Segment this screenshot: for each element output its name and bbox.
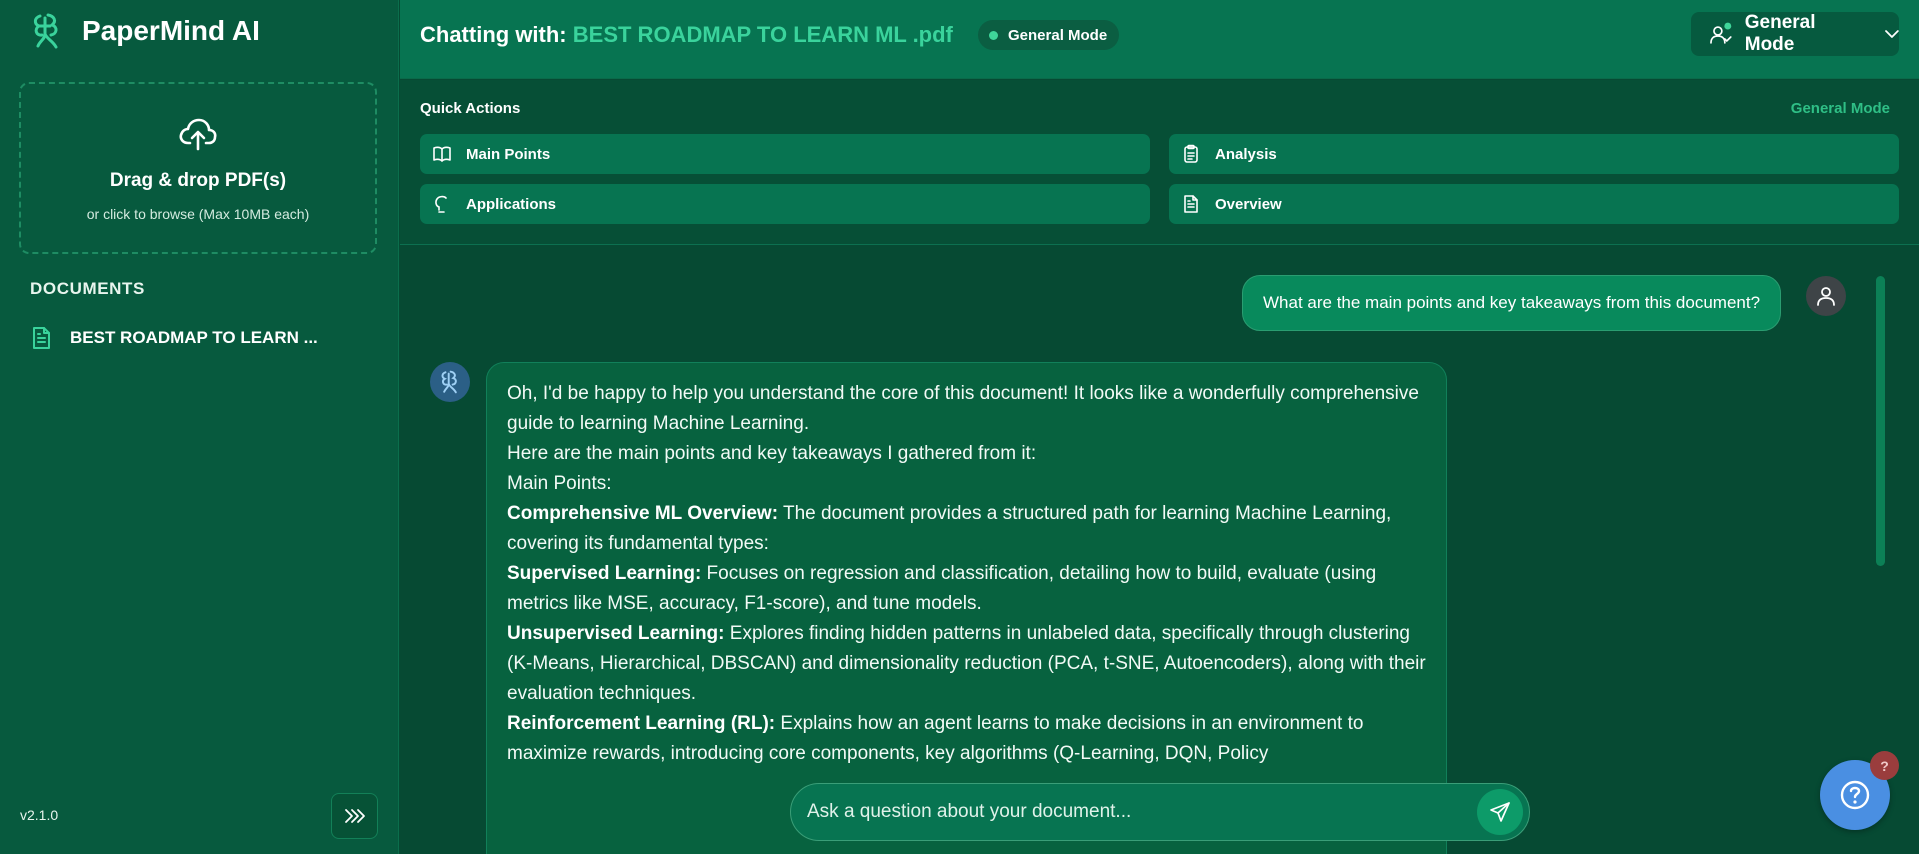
send-icon	[1490, 802, 1510, 822]
chat-header: Chatting with: BEST ROADMAP TO LEARN ML …	[400, 0, 1919, 79]
file-text-icon	[1184, 195, 1198, 213]
chat-file-name: BEST ROADMAP TO LEARN ML .pdf	[572, 22, 953, 47]
quick-actions-mode: General Mode	[1790, 100, 1890, 117]
sidebar: PaperMind AI Drag & drop PDF(s) or click…	[0, 0, 399, 854]
message-point: Comprehensive ML Overview: The document …	[507, 499, 1426, 559]
message-paragraph: Here are the main points and key takeawa…	[507, 443, 1037, 464]
cloud-upload-icon	[179, 118, 217, 151]
message-paragraph: Oh, I'd be happy to help you understand …	[507, 383, 1419, 434]
user-message: What are the main points and key takeawa…	[1242, 275, 1782, 331]
chevrons-right-icon	[344, 809, 365, 823]
app-root: PaperMind AI Drag & drop PDF(s) or click…	[0, 0, 1919, 854]
help-badge: ?	[1870, 751, 1899, 780]
quick-action-overview[interactable]: Overview	[1169, 184, 1899, 224]
version-label: v2.1.0	[20, 807, 59, 823]
brain-logo-icon	[33, 13, 58, 49]
bot-avatar	[430, 362, 470, 402]
point-title: Supervised Learning:	[507, 563, 702, 584]
point-title: Comprehensive ML Overview:	[507, 503, 779, 524]
mode-dropdown-label: General Mode	[1744, 12, 1816, 55]
quick-actions-panel: Quick Actions General Mode Main Points A…	[400, 80, 1919, 245]
quick-action-analysis[interactable]: Analysis	[1169, 134, 1899, 174]
message-point: Supervised Learning: Focuses on regressi…	[507, 559, 1426, 619]
user-status-icon	[1710, 22, 1732, 44]
quick-action-label: Applications	[466, 195, 557, 213]
quick-actions-heading: Quick Actions	[420, 100, 521, 117]
pdf-dropzone[interactable]: Drag & drop PDF(s) or click to browse (M…	[19, 82, 377, 254]
message-point: Reinforcement Learning (RL): Explains ho…	[507, 709, 1426, 769]
chat-messages[interactable]: What are the main points and key takeawa…	[400, 246, 1919, 854]
mode-badge-label: General Mode	[1008, 26, 1108, 44]
send-button[interactable]	[1477, 789, 1523, 835]
quick-action-label: Analysis	[1215, 145, 1277, 163]
book-open-icon	[433, 146, 451, 162]
document-item[interactable]: BEST ROADMAP TO LEARN ...	[30, 324, 318, 352]
quick-action-applications[interactable]: Applications	[420, 184, 1150, 224]
quick-action-main-points[interactable]: Main Points	[420, 134, 1150, 174]
help-circle-icon	[1840, 780, 1870, 810]
documents-heading: DOCUMENTS	[30, 279, 145, 298]
brand: PaperMind AI	[30, 12, 260, 50]
message-section-title: Main Points:	[507, 473, 612, 494]
app-title: PaperMind AI	[82, 15, 260, 46]
dropzone-subtitle: or click to browse (Max 10MB each)	[86, 206, 310, 222]
lightbulb-icon	[435, 195, 447, 213]
user-icon	[1817, 287, 1835, 306]
question-input[interactable]	[807, 801, 1477, 823]
document-label: BEST ROADMAP TO LEARN ...	[70, 328, 318, 347]
point-title: Unsupervised Learning:	[507, 623, 725, 644]
mode-dropdown[interactable]: General Mode	[1691, 12, 1899, 56]
assistant-message: Oh, I'd be happy to help you understand …	[486, 362, 1447, 854]
clipboard-icon	[1184, 144, 1198, 163]
quick-action-label: Overview	[1215, 195, 1282, 213]
file-text-icon	[33, 327, 50, 349]
brain-logo-icon	[441, 370, 457, 394]
question-input-bar	[790, 783, 1530, 841]
dropzone-title: Drag & drop PDF(s)	[109, 170, 287, 191]
user-avatar	[1806, 276, 1846, 316]
point-title: Reinforcement Learning (RL):	[507, 713, 776, 734]
mode-badge: General Mode	[978, 20, 1120, 50]
status-dot	[989, 30, 998, 40]
chat-title-prefix: Chatting with:	[420, 22, 567, 47]
chat-title: Chatting with: BEST ROADMAP TO LEARN ML …	[420, 22, 953, 48]
chat-scrollbar[interactable]	[1876, 276, 1885, 566]
quick-action-label: Main Points	[466, 145, 551, 163]
chevron-down-icon	[1885, 30, 1899, 38]
collapse-sidebar-button[interactable]	[331, 793, 378, 839]
message-point: Unsupervised Learning: Explores finding …	[507, 619, 1426, 709]
